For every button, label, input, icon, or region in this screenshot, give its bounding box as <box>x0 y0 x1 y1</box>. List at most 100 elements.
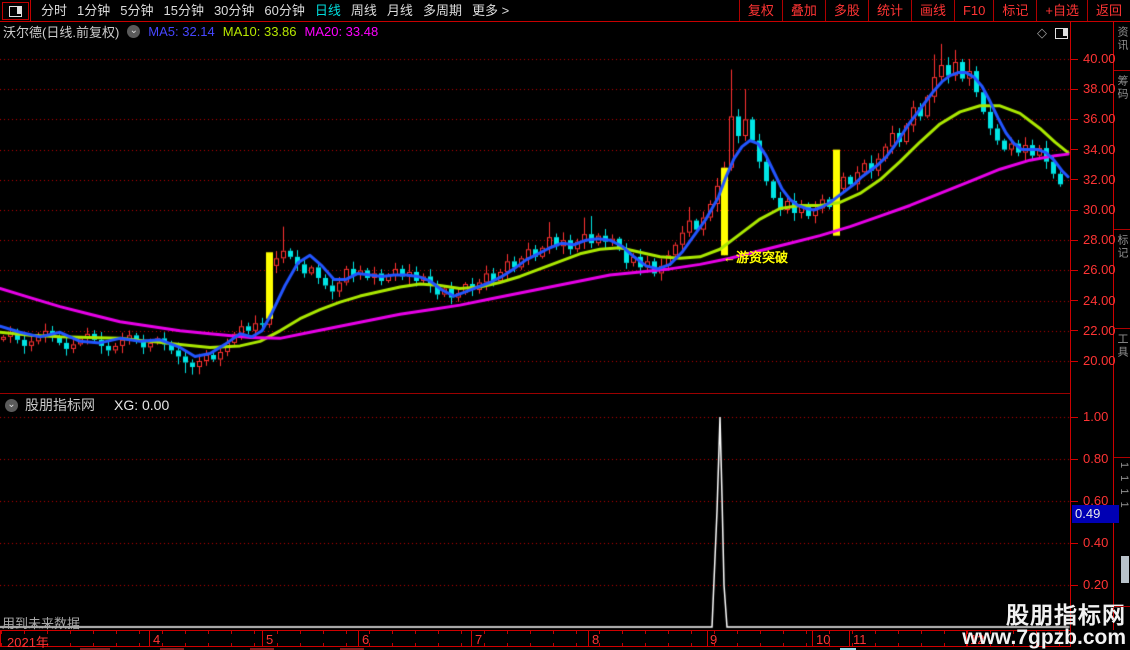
price-32.00-tick <box>1071 179 1078 181</box>
value-0.60-tick <box>1071 500 1078 502</box>
period-tab-30分钟[interactable]: 30分钟 <box>209 0 259 21</box>
price-22.00-label: 22.00 <box>1083 322 1116 338</box>
panel-separator <box>0 393 1070 394</box>
pane-layout-icon[interactable] <box>1055 27 1068 39</box>
sidebar-tab-5[interactable]: 1 1 1 1 <box>1114 458 1130 607</box>
price-24.00-label: 24.00 <box>1083 292 1116 308</box>
sidebar-tab-2[interactable]: 筹码 <box>1114 71 1130 230</box>
month-label-9: 9 <box>710 632 718 647</box>
sidebar-tab-3[interactable]: 标记 <box>1114 230 1130 329</box>
tool-button-返回[interactable]: 返回 <box>1086 0 1130 21</box>
chart-title-row: 沃尔德(日线.前复权) ⌄ MA5: 32.14 MA10: 33.86 MA2… <box>3 24 379 40</box>
tool-button-标记[interactable]: 标记 <box>993 0 1036 21</box>
month-separator <box>358 631 359 646</box>
sidebar-tab-1[interactable]: 资讯 <box>1114 22 1130 71</box>
price-22.00-tick <box>1071 330 1078 332</box>
price-20.00-label: 20.00 <box>1083 353 1116 368</box>
period-tab-15分钟[interactable]: 15分钟 <box>158 0 208 21</box>
indicator-name: 股朋指标网 <box>25 397 95 413</box>
value-1.00-tick <box>1071 416 1078 418</box>
value-0.40-label: 0.40 <box>1083 535 1109 550</box>
tool-button-F10[interactable]: F10 <box>953 0 993 21</box>
kline-chart-canvas[interactable] <box>0 0 1130 650</box>
price-26.00-label: 26.00 <box>1083 262 1116 278</box>
chevron-down-icon[interactable]: ⌄ <box>127 25 141 38</box>
period-tab-更多 >[interactable]: 更多 > <box>467 0 514 21</box>
date-axis[interactable]: 2021年 4 5 6 7 8 9 10 11 12 <box>0 630 1070 650</box>
month-label-6: 6 <box>362 632 370 647</box>
price-30.00-label: 30.00 <box>1083 202 1116 217</box>
month-label-10: 10 <box>816 632 831 647</box>
right-sidebar-strip[interactable]: 资讯 筹码 标记 工具 1 1 1 1 <box>1114 22 1130 630</box>
price-38.00-label: 38.00 <box>1083 81 1116 97</box>
period-tab-5分钟[interactable]: 5分钟 <box>115 0 158 21</box>
period-tab-多周期[interactable]: 多周期 <box>418 0 467 21</box>
value-0.20-tick <box>1071 584 1078 586</box>
month-label-7: 7 <box>475 632 483 647</box>
price-36.00-tick <box>1071 118 1078 120</box>
tool-button-多股[interactable]: 多股 <box>824 0 868 21</box>
breakout-annotation: ←游资突破 <box>723 250 789 265</box>
price-28.00-label: 28.00 <box>1083 232 1116 248</box>
stock-title: 沃尔德(日线.前复权) <box>3 25 120 40</box>
menu-divider <box>30 0 31 21</box>
trading-app-window: { "topbar": { "left_items": ["分时","1分钟",… <box>0 0 1130 650</box>
watermark-url: www.7gpzb.com <box>962 625 1126 649</box>
period-tab-分时[interactable]: 分时 <box>36 0 72 21</box>
ma5-value: MA5: 32.14 <box>148 24 215 39</box>
month-separator <box>707 631 708 646</box>
indicator-header: ⌄ 股朋指标网 XG: 0.00 <box>5 397 169 413</box>
minor-ticks-bottom <box>1 643 1070 646</box>
tool-button-统计[interactable]: 统计 <box>867 0 911 21</box>
menu-bottom-border <box>0 21 1130 22</box>
period-tab-60分钟[interactable]: 60分钟 <box>259 0 309 21</box>
month-separator <box>262 631 263 646</box>
top-menu-bar: 分时 1分钟 5分钟 15分钟 30分钟 60分钟 日线 周线 月线 多周期 更多 > 复权 叠加 多股… <box>0 0 1130 21</box>
diamond-icon[interactable]: ◇ <box>1037 25 1047 41</box>
period-menu: 分时 1分钟 5分钟 15分钟 30分钟 60分钟 日线 周线 月线 多周期 更多 > <box>36 0 514 21</box>
price-40.00-label: 40.00 <box>1083 51 1116 66</box>
month-separator <box>471 631 472 646</box>
price-30.00-tick <box>1071 209 1078 211</box>
sidebar-tab-4[interactable]: 工具 <box>1114 329 1130 458</box>
ma20-value: MA20: 33.48 <box>304 24 379 39</box>
ma10-value: MA10: 33.86 <box>222 24 297 39</box>
month-separator <box>588 631 589 646</box>
tool-button-复权[interactable]: 复权 <box>738 0 782 21</box>
month-separator <box>812 631 813 646</box>
value-0.20-label: 0.20 <box>1083 577 1109 592</box>
price-28.00-tick <box>1071 239 1078 241</box>
tools-menu: 复权 叠加 多股 统计 画线 F10 标记 +自选 返回 <box>738 0 1130 21</box>
month-label-5: 5 <box>266 632 274 647</box>
period-tab-1分钟[interactable]: 1分钟 <box>72 0 115 21</box>
window-split-icon <box>9 5 22 17</box>
price-40.00-tick <box>1071 58 1078 60</box>
period-tab-周线[interactable]: 周线 <box>346 0 382 21</box>
price-32.00-label: 32.00 <box>1083 171 1116 187</box>
chevron-down-icon[interactable]: ⌄ <box>5 398 18 412</box>
value-0.80-label: 0.80 <box>1083 451 1109 466</box>
value-0.80-tick <box>1071 458 1078 460</box>
axis-left-border <box>1070 22 1071 647</box>
price-20.00-tick <box>1071 360 1078 362</box>
scrollbar-thumb[interactable] <box>1121 556 1129 583</box>
watermark: 股朋指标网 www.7gpzb.com <box>962 603 1126 649</box>
month-label-8: 8 <box>592 632 600 647</box>
tool-button-+自选[interactable]: +自选 <box>1036 0 1087 21</box>
crosshair-value-badge: 0.49 <box>1072 505 1119 523</box>
price-36.00-label: 36.00 <box>1083 111 1116 127</box>
period-tab-日线[interactable]: 日线 <box>310 0 346 21</box>
period-tab-月线[interactable]: 月线 <box>382 0 418 21</box>
tool-button-叠加[interactable]: 叠加 <box>781 0 825 21</box>
month-label-4: 4 <box>153 632 161 647</box>
value-0.40-tick <box>1071 542 1078 544</box>
price-26.00-tick <box>1071 269 1078 271</box>
window-layout-button[interactable] <box>2 2 29 20</box>
chart-corner-icons: ◇ <box>1037 25 1068 41</box>
month-separator <box>849 631 850 646</box>
value-1.00-label: 1.00 <box>1083 409 1109 424</box>
tool-button-画线[interactable]: 画线 <box>910 0 954 21</box>
price-34.00-label: 34.00 <box>1083 141 1116 157</box>
price-24.00-tick <box>1071 300 1078 302</box>
price-34.00-tick <box>1071 149 1078 151</box>
